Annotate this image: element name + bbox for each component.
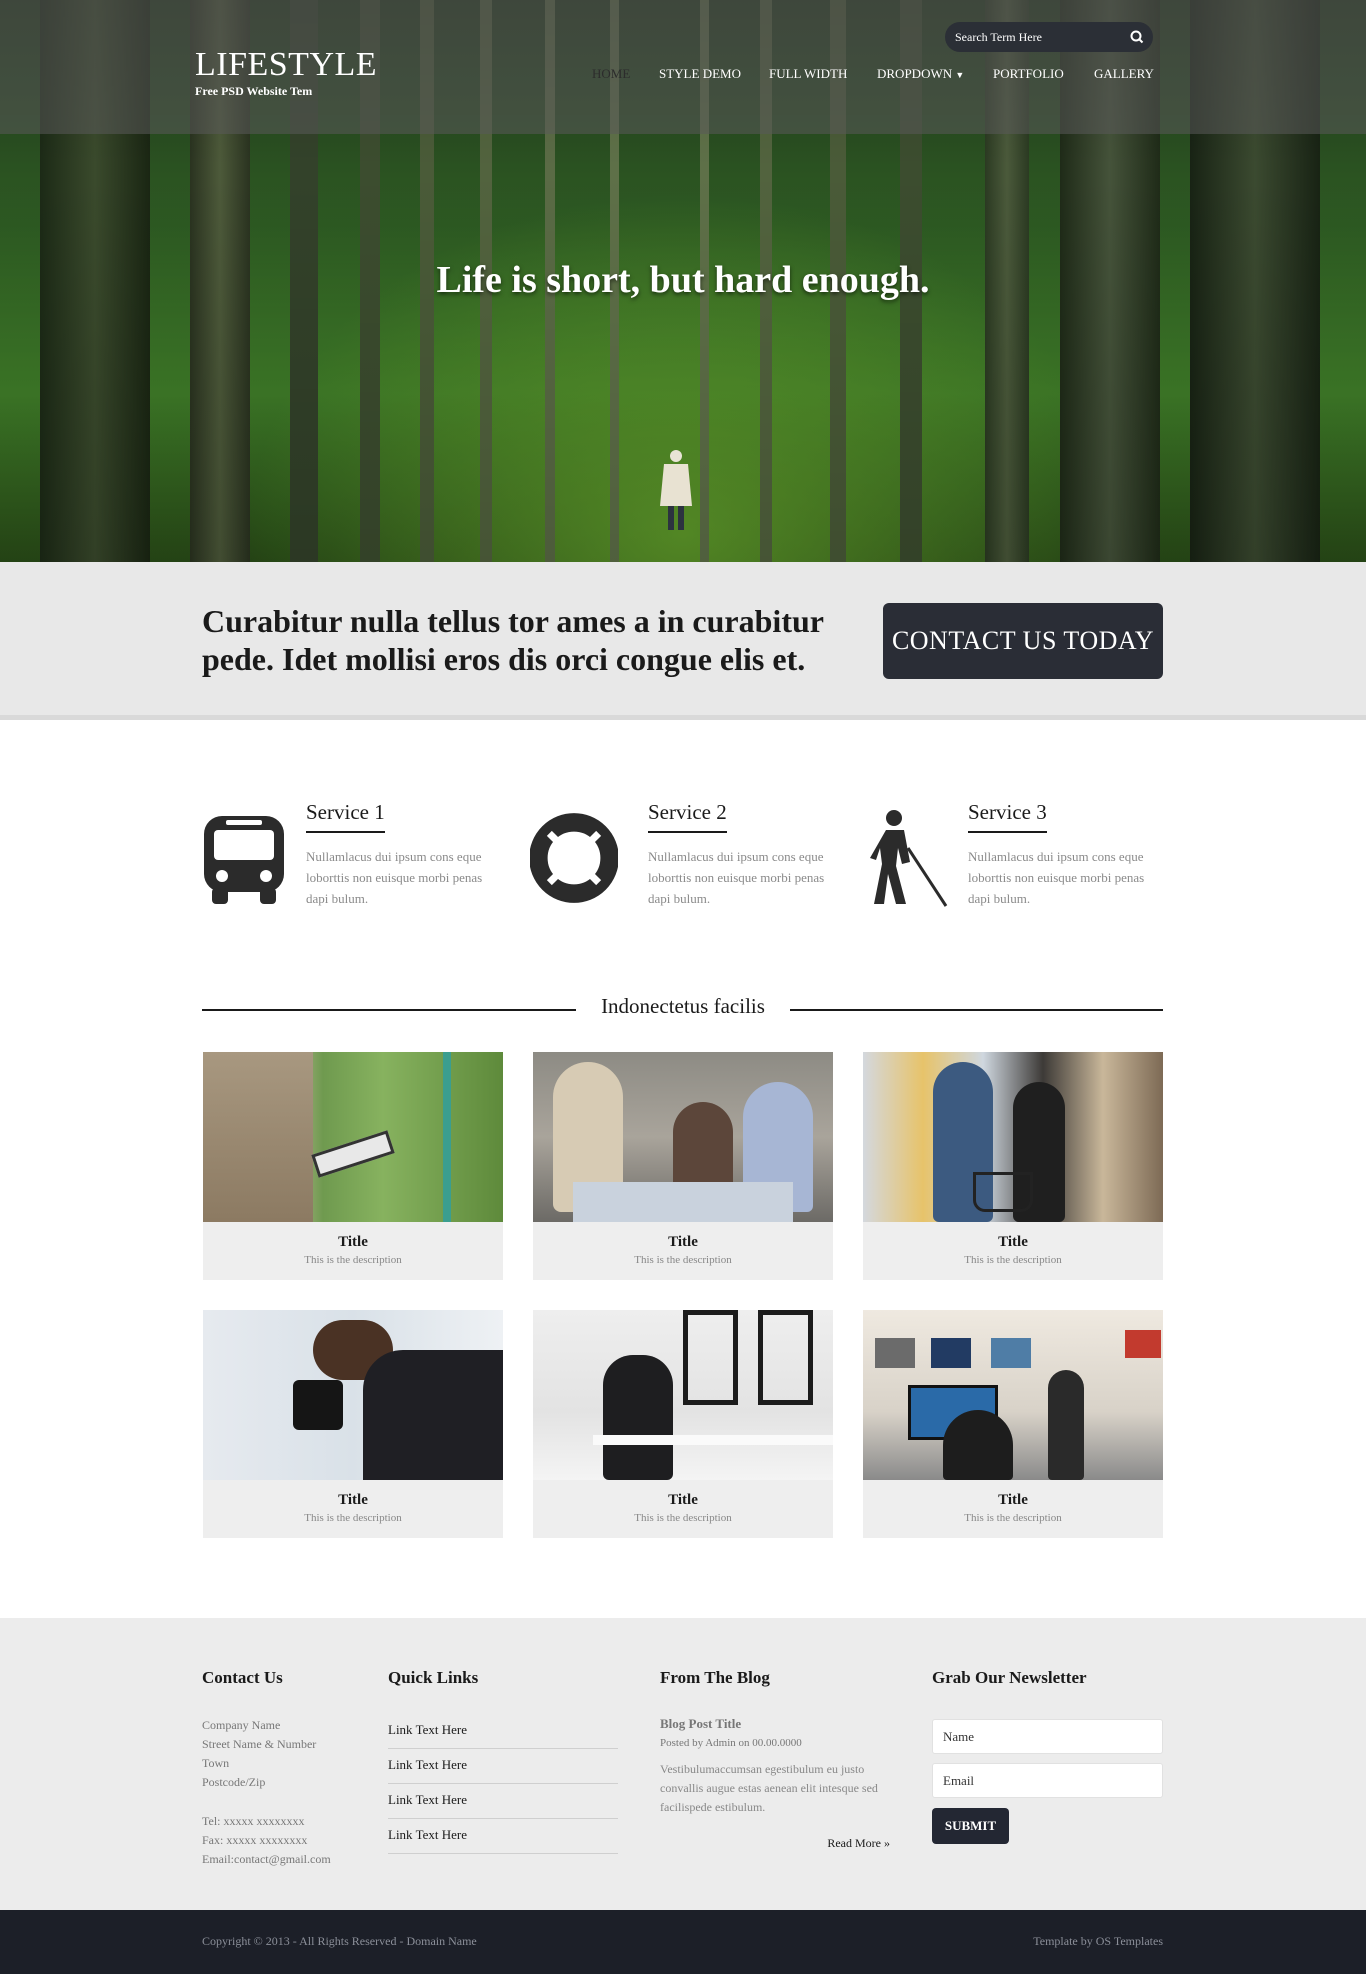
newsletter-email-input[interactable]: [932, 1763, 1163, 1798]
desk-shape: [593, 1435, 833, 1445]
newsletter-submit-button[interactable]: SUBMIT: [932, 1808, 1009, 1844]
contact-street: Street Name & Number: [202, 1737, 317, 1751]
quick-link[interactable]: Link Text Here: [388, 1714, 618, 1749]
card-description: This is the description: [634, 1512, 732, 1524]
gallery-card[interactable]: Title This is the description: [863, 1310, 1163, 1538]
section-divider: [790, 1009, 1163, 1011]
basket-shape: [973, 1172, 1033, 1212]
gallery-card[interactable]: Title This is the description: [203, 1310, 503, 1538]
cta-section: Curabitur nulla tellus tor ames a in cur…: [0, 562, 1366, 720]
blog-heading: From The Blog: [660, 1668, 770, 1687]
contact-us-button[interactable]: CONTACT US TODAY: [883, 603, 1163, 679]
blind-person-icon: [870, 810, 948, 907]
card-title: Title: [998, 1492, 1028, 1508]
gallery-photo: [863, 1052, 1163, 1222]
hero-tagline: Life is short, but hard enough.: [436, 259, 930, 301]
hiker-figure: [660, 450, 692, 530]
frame-shape: [758, 1310, 813, 1405]
quick-link[interactable]: Link Text Here: [388, 1749, 618, 1784]
search-box: [945, 22, 1153, 52]
blog-post-meta: Posted by Admin on 00.00.0000: [660, 1737, 802, 1749]
frame-shape: [875, 1338, 915, 1368]
contact-postcode: Postcode/Zip: [202, 1775, 266, 1789]
read-more-link[interactable]: Read More »: [820, 1836, 890, 1851]
person-shape: [943, 1410, 1013, 1480]
cta-text: Curabitur nulla tellus tor ames a in cur…: [202, 603, 824, 677]
gallery-photo: [533, 1310, 833, 1480]
nav-dropdown[interactable]: DROPDOWN ▼: [877, 66, 964, 82]
blog-post-title[interactable]: Blog Post Title: [660, 1716, 741, 1732]
site-logo-title[interactable]: LIFESTYLE: [195, 46, 377, 84]
nav-dropdown-label: DROPDOWN: [877, 66, 953, 81]
contact-tel: Tel: xxxxx xxxxxxxx: [202, 1814, 305, 1828]
service-description: Nullamlacus dui ipsum cons eque lobortti…: [968, 849, 1145, 906]
card-description: This is the description: [964, 1512, 1062, 1524]
contact-company: Company Name: [202, 1718, 281, 1732]
search-icon[interactable]: [1127, 27, 1147, 47]
newsletter-heading: Grab Our Newsletter: [932, 1668, 1087, 1687]
nav-portfolio[interactable]: PORTFOLIO: [993, 66, 1064, 82]
caret-down-icon: ▼: [955, 70, 965, 80]
hero-banner: LIFESTYLE Free PSD Website Tem HOME STYL…: [0, 0, 1366, 562]
person-shape: [363, 1350, 503, 1480]
frame-shape: [1125, 1330, 1161, 1358]
frame-shape: [931, 1338, 971, 1368]
frame-shape: [991, 1338, 1031, 1368]
service-description: Nullamlacus dui ipsum cons eque lobortti…: [306, 849, 483, 906]
card-title: Title: [998, 1234, 1028, 1250]
card-title: Title: [668, 1234, 698, 1250]
nav-style-demo[interactable]: STYLE DEMO: [659, 66, 741, 82]
section-divider: [202, 1009, 576, 1011]
template-credit[interactable]: Template by OS Templates: [1033, 1934, 1163, 1949]
blog-post-excerpt: Vestibulumaccumsan egestibulum eu justo …: [660, 1762, 878, 1814]
gallery-card[interactable]: Title This is the description: [533, 1310, 833, 1538]
person-shape: [1048, 1370, 1084, 1480]
gallery-photo: [533, 1052, 833, 1222]
site-logo-subtitle: Free PSD Website Tem: [195, 84, 313, 98]
frame-shape: [683, 1310, 738, 1405]
service-title: Service 2: [648, 800, 727, 833]
card-title: Title: [668, 1492, 698, 1508]
quick-link[interactable]: Link Text Here: [388, 1819, 618, 1854]
gallery-heading: Indonectetus facilis: [601, 994, 765, 1018]
quick-links-heading: Quick Links: [388, 1668, 479, 1687]
nav-gallery[interactable]: GALLERY: [1094, 66, 1154, 82]
service-title: Service 1: [306, 800, 385, 833]
post-shape: [443, 1052, 451, 1222]
contact-email[interactable]: Email:contact@gmail.com: [202, 1850, 331, 1869]
card-description: This is the description: [304, 1254, 402, 1266]
gallery-photo: [203, 1310, 503, 1480]
contact-fax: Fax: xxxxx xxxxxxxx: [202, 1833, 308, 1847]
gallery-card[interactable]: Title This is the description: [863, 1052, 1163, 1280]
bus-icon: [204, 816, 284, 904]
card-description: This is the description: [304, 1512, 402, 1524]
newsletter-name-input[interactable]: [932, 1719, 1163, 1754]
gallery-photo: [203, 1052, 503, 1222]
card-title: Title: [338, 1492, 368, 1508]
contact-town: Town: [202, 1756, 230, 1770]
table-shape: [573, 1182, 793, 1222]
tablet-shape: [311, 1130, 395, 1178]
footer: Contact Us Company Name Street Name & Nu…: [0, 1618, 1366, 1910]
nav-full-width[interactable]: FULL WIDTH: [769, 66, 847, 82]
card-description: This is the description: [964, 1254, 1062, 1266]
card-description: This is the description: [634, 1254, 732, 1266]
copyright-text: Copyright © 2013 - All Rights Reserved -…: [202, 1934, 477, 1948]
gallery-card[interactable]: Title This is the description: [533, 1052, 833, 1280]
contact-heading: Contact Us: [202, 1668, 283, 1687]
bottom-bar: Copyright © 2013 - All Rights Reserved -…: [0, 1910, 1366, 1974]
quick-link[interactable]: Link Text Here: [388, 1784, 618, 1819]
gallery-photo: [863, 1310, 1163, 1480]
nav-home[interactable]: HOME: [592, 66, 630, 82]
person-shape: [203, 1052, 313, 1222]
lifebuoy-icon: [530, 813, 618, 903]
service-description: Nullamlacus dui ipsum cons eque lobortti…: [648, 849, 825, 906]
person-shape: [603, 1355, 673, 1480]
gallery-card[interactable]: Title This is the description: [203, 1052, 503, 1280]
search-input[interactable]: [955, 27, 1115, 47]
camera-shape: [293, 1380, 343, 1430]
card-title: Title: [338, 1234, 368, 1250]
service-title: Service 3: [968, 800, 1047, 833]
